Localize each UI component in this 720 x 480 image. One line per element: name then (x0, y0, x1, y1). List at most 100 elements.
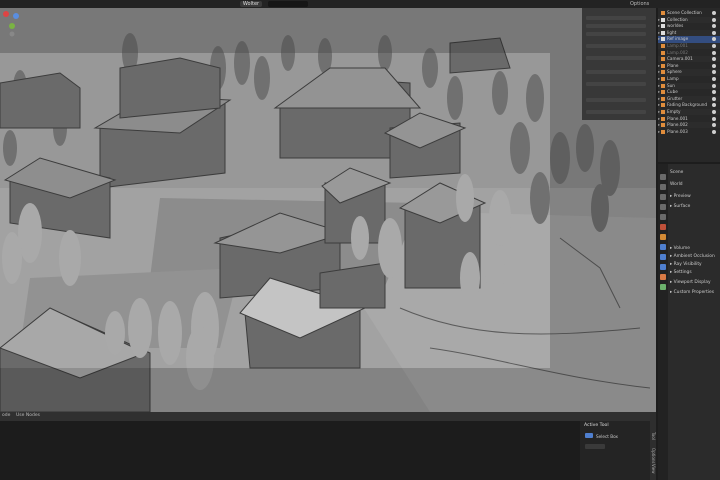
sidebar-n-panel[interactable] (582, 8, 656, 120)
navigation-gizmo-icon[interactable] (0, 8, 24, 42)
tab-view-layer[interactable] (660, 204, 666, 210)
visibility-icon[interactable] (712, 90, 716, 95)
outliner-item[interactable]: Lamp.002 (658, 50, 720, 56)
outliner-item-label: Sun (667, 82, 675, 88)
outliner-item[interactable]: ▸ Plane (658, 63, 720, 69)
side-tab[interactable]: Options (651, 448, 656, 463)
visibility-icon[interactable] (712, 70, 716, 75)
world-label[interactable]: World (670, 182, 683, 187)
properties-section[interactable]: ▸ Ambient Occlusion (670, 254, 715, 259)
outliner-item[interactable]: ▸ Fading Background (658, 102, 720, 108)
tool-mode-buttons[interactable] (585, 444, 605, 449)
outliner-item[interactable]: Lamp.001 (658, 43, 720, 50)
visibility-icon[interactable] (712, 110, 716, 114)
outliner-item-label: Plane.003 (667, 128, 688, 134)
workspace-tab[interactable]: Wolter (240, 1, 262, 7)
tab-constraints[interactable] (660, 274, 666, 280)
field-collections[interactable] (586, 98, 646, 102)
field-properties[interactable] (586, 56, 646, 60)
tab-object[interactable] (660, 234, 666, 240)
object-icon (661, 116, 665, 121)
properties-section[interactable]: ▸ Viewport Display (670, 280, 711, 285)
outliner-item[interactable]: ▸ Grutter (658, 95, 720, 102)
timeline-header[interactable] (0, 412, 656, 421)
visibility-icon[interactable] (712, 123, 716, 128)
scene-label[interactable]: Scene (670, 170, 683, 175)
use-nodes-button[interactable]: Use Nodes (16, 413, 40, 418)
field-dimensions[interactable] (586, 44, 646, 48)
tab-modifiers[interactable] (660, 244, 666, 250)
outliner-item-label: Sphere (667, 69, 682, 75)
outliner-item[interactable]: ▸ Cube (658, 89, 720, 95)
outliner-item[interactable]: ▸ worldes (658, 23, 720, 29)
tab-output[interactable] (660, 194, 666, 200)
tab-world[interactable] (660, 224, 666, 230)
properties-section[interactable]: ▸ Settings (670, 270, 692, 275)
outliner-item[interactable]: Scene Collection (658, 10, 720, 16)
outliner-panel[interactable]: Scene Collection ▸ Collection ▸ worldes ▸ ligh… (658, 8, 720, 162)
editor-mode-label[interactable]: ode (2, 413, 10, 418)
object-icon (661, 103, 665, 108)
visibility-icon[interactable] (712, 57, 716, 62)
side-tab[interactable]: Tool (651, 432, 656, 440)
tab-tool[interactable] (660, 174, 666, 180)
visibility-icon[interactable] (712, 83, 716, 88)
tab-render[interactable] (660, 184, 666, 190)
side-tab[interactable]: View (651, 464, 656, 474)
visibility-icon[interactable] (712, 96, 716, 101)
properties-section[interactable]: ▸ Volume (670, 246, 690, 251)
field-scale[interactable] (586, 32, 646, 36)
visibility-icon[interactable] (712, 30, 716, 35)
search-field[interactable] (268, 1, 308, 7)
object-icon (661, 96, 665, 101)
visibility-icon[interactable] (712, 103, 716, 108)
visibility-icon[interactable] (712, 37, 716, 42)
object-icon (661, 24, 665, 29)
visibility-icon[interactable] (712, 129, 716, 134)
properties-section[interactable]: ▸ Ray Visibility (670, 262, 702, 267)
outliner-item[interactable]: ▸ Ref image (658, 36, 720, 43)
options-button[interactable]: Options (630, 0, 649, 8)
outliner-item-label: Lamp (667, 76, 679, 81)
tab-particles[interactable] (660, 254, 666, 260)
active-tool-panel[interactable] (580, 421, 656, 480)
object-icon (661, 77, 665, 81)
node-editor-area[interactable] (0, 421, 580, 480)
outliner-item[interactable]: ▸ Plane.002 (658, 122, 720, 129)
visibility-icon[interactable] (712, 50, 716, 55)
outliner-item-label: Empty (667, 109, 681, 114)
outliner-item[interactable]: ▸ light (658, 29, 720, 36)
field-view[interactable] (586, 70, 646, 74)
field-annotations[interactable] (586, 110, 646, 114)
tab-physics[interactable] (660, 264, 666, 270)
field-3d-cursor[interactable] (586, 82, 646, 86)
visibility-icon[interactable] (712, 44, 716, 48)
field-location[interactable] (586, 16, 646, 20)
outliner-item[interactable]: ▸ Empty (658, 109, 720, 116)
tab-scene[interactable] (660, 214, 666, 220)
visibility-icon[interactable] (712, 17, 716, 22)
tab-data[interactable] (660, 284, 666, 290)
field-rotation[interactable] (586, 24, 646, 28)
outliner-item[interactable]: ▸ Sphere (658, 69, 720, 76)
outliner-item[interactable]: ▸ Sun (658, 82, 720, 89)
visibility-icon[interactable] (712, 116, 716, 121)
object-icon (661, 11, 665, 15)
visibility-icon[interactable] (712, 24, 716, 29)
visibility-icon[interactable] (712, 77, 716, 81)
outliner-item[interactable]: ▸ Lamp (658, 76, 720, 82)
outliner-item[interactable]: Camera.001 (658, 56, 720, 63)
3d-viewport[interactable] (0, 8, 656, 412)
properties-section[interactable]: ▸ Preview (670, 194, 691, 199)
outliner-item[interactable]: ▸ Collection (658, 16, 720, 23)
outliner-item[interactable]: ▸ Plane.001 (658, 116, 720, 122)
outliner-item[interactable]: ▸ Plane.003 (658, 129, 720, 135)
select-box-icon[interactable] (585, 433, 593, 438)
visibility-icon[interactable] (712, 11, 716, 15)
visibility-icon[interactable] (712, 63, 716, 68)
properties-tab-strip[interactable] (658, 164, 668, 480)
object-icon (661, 37, 665, 42)
properties-section[interactable]: ▸ Custom Properties (670, 290, 714, 295)
active-tool-title: Active Tool (584, 423, 609, 428)
properties-section[interactable]: ▸ Surface (670, 204, 690, 209)
